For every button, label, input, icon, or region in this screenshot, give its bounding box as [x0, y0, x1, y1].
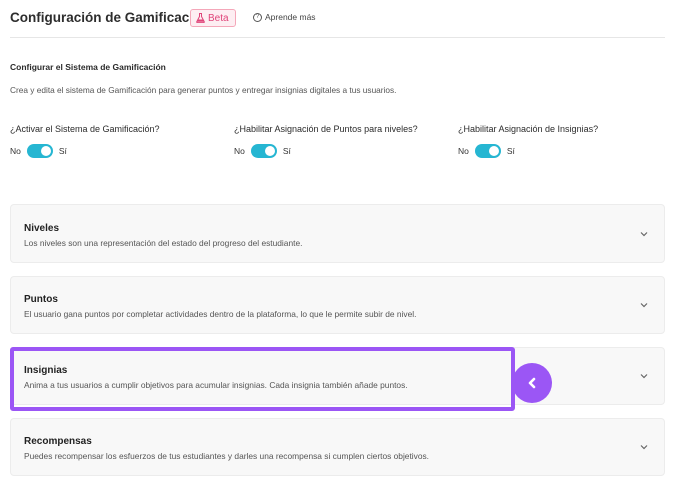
card-title: Niveles — [24, 223, 60, 234]
toggle-gamification: ¿Activar el Sistema de Gamificación? No … — [10, 124, 160, 158]
card-description: Los niveles son una representación del e… — [24, 238, 303, 248]
flask-icon — [196, 13, 205, 23]
beta-badge: Beta — [190, 9, 236, 27]
chevron-down-icon[interactable] — [640, 230, 648, 238]
page-header: Configuración de Gamificación Beta ? Apr… — [10, 8, 665, 38]
badges-switch[interactable] — [474, 144, 501, 158]
learn-more-link[interactable]: ? Aprende más — [253, 12, 316, 22]
points-switch[interactable] — [250, 144, 277, 158]
toggle-question: ¿Habilitar Asignación de Puntos para niv… — [234, 124, 418, 134]
learn-more-label: Aprende más — [265, 12, 316, 22]
page-title: Configuración de Gamificación — [10, 10, 210, 25]
gamification-switch[interactable] — [26, 144, 53, 158]
card-title: Recompensas — [24, 436, 92, 447]
card-description: Puedes recompensar los esfuerzos de tus … — [24, 451, 430, 461]
toggle-badges: ¿Habilitar Asignación de Insignias? No S… — [458, 124, 598, 158]
toggle-off-label: No — [234, 146, 245, 156]
toggle-on-label: Sí — [506, 146, 515, 156]
insignias-highlight — [10, 347, 515, 411]
section-title: Configurar el Sistema de Gamificación — [10, 62, 166, 72]
card-title: Puntos — [24, 294, 58, 305]
toggle-question: ¿Activar el Sistema de Gamificación? — [10, 124, 160, 134]
chevron-down-icon[interactable] — [640, 443, 648, 451]
chevron-left-icon — [528, 377, 536, 389]
card-description: El usuario gana puntos por completar act… — [24, 309, 417, 319]
toggle-question: ¿Habilitar Asignación de Insignias? — [458, 124, 599, 134]
pointer-button[interactable] — [512, 363, 552, 403]
toggle-on-label: Sí — [58, 146, 67, 156]
accordion-recompensas[interactable]: Recompensas Puedes recompensar los esfue… — [10, 418, 665, 476]
toggle-off-label: No — [458, 146, 469, 156]
chevron-down-icon[interactable] — [640, 301, 648, 309]
accordion-puntos[interactable]: Puntos El usuario gana puntos por comple… — [10, 276, 665, 334]
chevron-down-icon[interactable] — [640, 372, 648, 380]
beta-label: Beta — [208, 12, 229, 24]
accordion-niveles[interactable]: Niveles Los niveles son una representaci… — [10, 204, 665, 263]
toggle-off-label: No — [10, 146, 21, 156]
section-description: Crea y edita el sistema de Gamificación … — [10, 85, 397, 95]
toggle-points: ¿Habilitar Asignación de Puntos para niv… — [234, 124, 418, 158]
toggle-on-label: Sí — [282, 146, 291, 156]
help-icon: ? — [253, 12, 262, 22]
